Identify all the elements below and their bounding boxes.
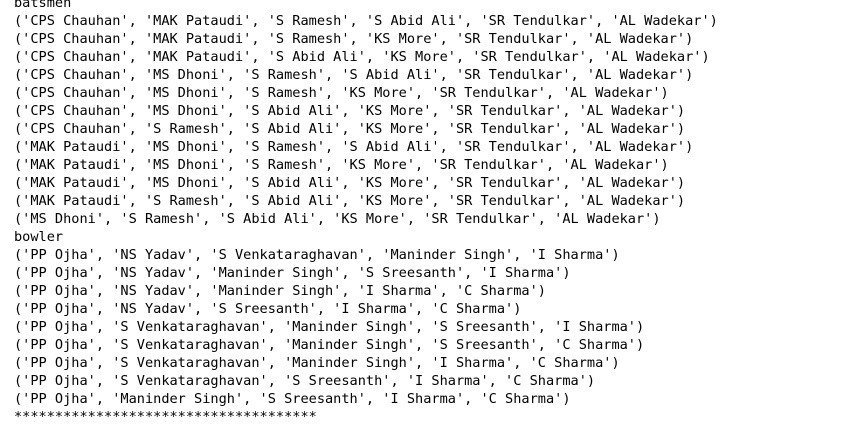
output-line: ('PP Ojha', 'NS Yadav', 'Maninder Singh'… [14,283,546,299]
output-line: ('CPS Chauhan', 'MAK Pataudi', 'S Abid A… [14,49,710,65]
output-line: ('PP Ojha', 'S Venkataraghavan', 'Manind… [14,337,645,353]
output-line: ('PP Ojha', 'NS Yadav', 'S Venkataraghav… [14,247,620,263]
section-header-bowler: bowler [14,229,64,245]
console-output: batsmen ('CPS Chauhan', 'MAK Pataudi', 'S… [14,0,718,426]
output-line: ('PP Ojha', 'NS Yadav', 'S Sreesanth', '… [14,301,522,317]
output-line: ('PP Ojha', 'S Venkataraghavan', 'S Sree… [14,373,596,389]
output-line: ('MAK Pataudi', 'MS Dhoni', 'S Ramesh', … [14,157,669,173]
output-line: ('CPS Chauhan', 'MS Dhoni', 'S Abid Ali'… [14,103,686,119]
output-line: ('PP Ojha', 'Maninder Singh', 'S Sreesan… [14,391,571,407]
output-line: ('CPS Chauhan', 'S Ramesh', 'S Abid Ali'… [14,121,686,137]
output-line: ('MAK Pataudi', 'MS Dhoni', 'S Ramesh', … [14,139,694,155]
output-line: ('PP Ojha', 'NS Yadav', 'Maninder Singh'… [14,265,571,281]
separator-line: ************************************* [14,409,317,425]
output-line: ('CPS Chauhan', 'MS Dhoni', 'S Ramesh', … [14,67,694,83]
output-line: ('PP Ojha', 'S Venkataraghavan', 'Manind… [14,355,620,371]
output-line: ('CPS Chauhan', 'MAK Pataudi', 'S Ramesh… [14,31,694,47]
output-line: ('PP Ojha', 'S Venkataraghavan', 'Manind… [14,319,645,335]
output-line: ('MS Dhoni', 'S Ramesh', 'S Abid Ali', '… [14,211,661,227]
output-line: ('MAK Pataudi', 'S Ramesh', 'S Abid Ali'… [14,193,686,209]
output-line: ('CPS Chauhan', 'MAK Pataudi', 'S Ramesh… [14,13,718,29]
output-line: ('CPS Chauhan', 'MS Dhoni', 'S Ramesh', … [14,85,669,101]
output-line: ('MAK Pataudi', 'MS Dhoni', 'S Abid Ali'… [14,175,686,191]
section-header-batsmen: batsmen [14,0,72,11]
